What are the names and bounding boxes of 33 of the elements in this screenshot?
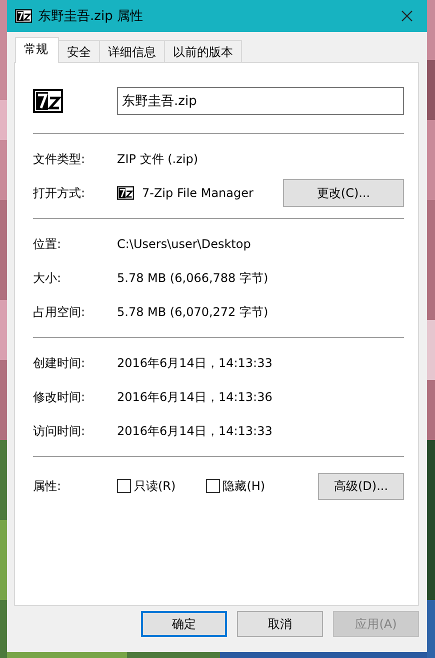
checkbox-label: 只读(R) <box>134 478 176 494</box>
archive-icon <box>15 9 32 23</box>
dialog-button: 应用(A) <box>333 611 419 637</box>
field-value: 2016年6月14日，14:13:36 <box>117 388 274 406</box>
field-label: 大小: <box>33 270 62 286</box>
field-label: 占用空间: <box>33 304 86 320</box>
tab[interactable]: 常规 <box>15 37 59 63</box>
checkbox[interactable] <box>117 479 131 493</box>
field-label: 属性: <box>33 478 62 494</box>
window-title: 东野圭吾.zip 属性 <box>38 8 144 25</box>
change-button[interactable]: 更改(C)... <box>283 179 404 207</box>
field-value: 7-Zip File Manager <box>142 186 254 200</box>
field-label: 位置: <box>33 236 62 252</box>
archive-icon <box>117 186 134 200</box>
advanced-button[interactable]: 高级(D)... <box>318 472 404 500</box>
checkbox-label: 隐藏(H) <box>222 478 266 494</box>
field-value: ZIP 文件 (.zip) <box>117 150 200 168</box>
tab[interactable]: 以前的版本 <box>164 40 242 62</box>
archive-icon <box>33 89 63 113</box>
checkbox[interactable] <box>206 479 220 493</box>
field-value: 5.78 MB (6,070,272 字节) <box>117 304 270 320</box>
field-label: 打开方式: <box>33 184 86 202</box>
field-label: 文件类型: <box>33 150 86 168</box>
field-label: 访问时间: <box>33 422 86 440</box>
field-label: 修改时间: <box>33 388 86 406</box>
field-label: 创建时间: <box>33 354 86 372</box>
file-name-field[interactable]: 东野圭吾.zip <box>117 87 404 115</box>
field-value: 5.78 MB (6,066,788 字节) <box>117 270 270 286</box>
dialog-button[interactable]: 取消 <box>237 611 323 637</box>
dialog-button[interactable]: 确定 <box>141 611 227 637</box>
field-value: 2016年6月14日，14:13:33 <box>117 422 274 440</box>
field-value: C:\Users\user\Desktop <box>117 237 252 251</box>
field-value: 2016年6月14日，14:13:33 <box>117 354 274 372</box>
